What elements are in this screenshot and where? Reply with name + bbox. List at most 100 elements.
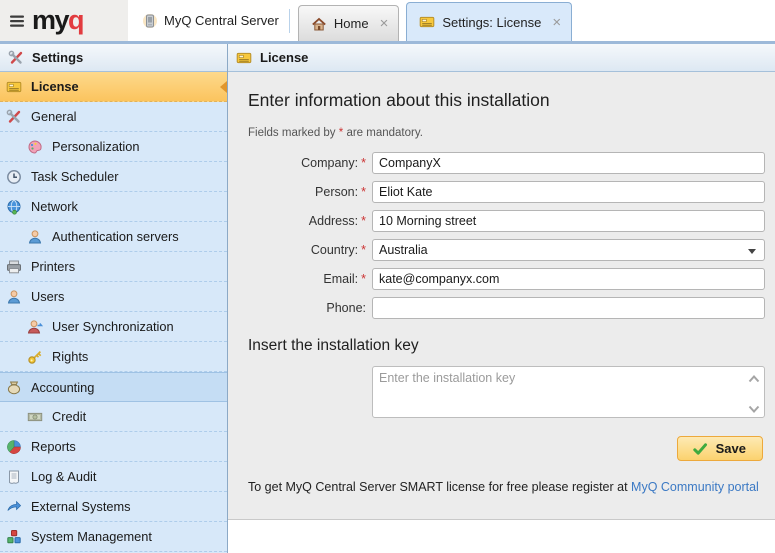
home-icon	[311, 16, 327, 32]
blocks-icon	[6, 529, 22, 545]
required-asterisk: *	[361, 243, 366, 257]
sidebar-header: Settings	[0, 44, 227, 72]
settings-sidebar: Settings License General Personalization Ta…	[0, 44, 228, 553]
sidebar-item-label: Authentication servers	[52, 229, 179, 244]
license-icon	[419, 14, 435, 30]
content-header: License	[228, 44, 775, 72]
country-select[interactable]: Australia	[372, 239, 765, 261]
chevron-down-icon	[748, 249, 756, 254]
scroll-down-icon[interactable]	[748, 401, 760, 411]
printer-icon	[6, 259, 22, 275]
sidebar-title: Settings	[32, 50, 83, 65]
save-button[interactable]: Save	[677, 436, 763, 461]
form-row-phone: Phone:	[248, 297, 775, 319]
license-footer-note: To get MyQ Central Server SMART license …	[248, 480, 775, 494]
tab-label: Home	[334, 16, 369, 31]
section-title: Enter information about this installatio…	[248, 72, 775, 111]
sidebar-item-label: Credit	[52, 409, 86, 424]
money-bag-icon	[6, 379, 22, 395]
sidebar-item-label: License	[31, 79, 79, 94]
sidebar-item-network[interactable]: Network	[0, 192, 227, 222]
sidebar-item-label: User Synchronization	[52, 319, 174, 334]
sidebar-item-task-scheduler[interactable]: Task Scheduler	[0, 162, 227, 192]
sidebar-item-reports[interactable]: Reports	[0, 432, 227, 462]
phone-field[interactable]	[372, 297, 765, 319]
person-field[interactable]	[372, 181, 765, 203]
myq-central-server-window: myq MyQ Central Server Home×Settings: Li…	[0, 0, 775, 553]
installation-key-textarea[interactable]	[372, 366, 765, 418]
form-row-email: Email:*	[248, 268, 775, 290]
sidebar-item-label: Task Scheduler	[31, 169, 119, 184]
person-label: Person:*	[248, 185, 366, 199]
sidebar-item-user-synchronization[interactable]: User Synchronization	[0, 312, 227, 342]
sidebar-item-system-management[interactable]: System Management	[0, 522, 227, 552]
community-portal-link[interactable]: MyQ Community portal	[631, 480, 759, 494]
sidebar-item-label: Accounting	[31, 380, 94, 395]
close-icon[interactable]: ×	[380, 16, 389, 31]
required-asterisk: *	[361, 156, 366, 170]
installation-key-wrapper	[372, 366, 765, 418]
scroll-up-icon[interactable]	[748, 371, 760, 381]
address-field[interactable]	[372, 210, 765, 232]
palette-icon	[27, 139, 43, 155]
sidebar-item-rights[interactable]: Rights	[0, 342, 227, 372]
key-icon	[27, 349, 43, 365]
myq-logo: myq	[32, 7, 83, 34]
email-field[interactable]	[372, 268, 765, 290]
sidebar-item-label: Log & Audit	[31, 469, 96, 484]
sidebar-item-label: System Management	[31, 529, 152, 544]
form-row-company: Company:*	[248, 152, 775, 174]
installation-key-title: Insert the installation key	[248, 337, 775, 355]
clock-icon	[6, 169, 22, 185]
sidebar-item-label: Network	[31, 199, 78, 214]
topbar-separator	[289, 9, 290, 33]
sidebar-item-authentication-servers[interactable]: Authentication servers	[0, 222, 227, 252]
license-icon	[236, 50, 252, 66]
tab-home[interactable]: Home ×	[298, 5, 399, 41]
tab-label: Settings: License	[442, 15, 541, 30]
user-sync-icon	[27, 319, 43, 335]
country-selected-value: Australia	[379, 243, 428, 257]
required-asterisk: *	[361, 272, 366, 286]
content-title: License	[260, 50, 308, 65]
share-icon	[6, 499, 22, 515]
company-field[interactable]	[372, 152, 765, 174]
sidebar-item-credit[interactable]: Credit	[0, 402, 227, 432]
user-icon	[6, 289, 22, 305]
sidebar-item-label: General	[31, 109, 77, 124]
installation-info-form: Company:*Person:*Address:*Country:*Austr…	[248, 152, 775, 319]
sidebar-item-accounting[interactable]: Accounting	[0, 372, 227, 402]
selected-item-arrow	[220, 81, 227, 93]
close-icon[interactable]: ×	[552, 15, 561, 30]
pie-chart-icon	[6, 439, 22, 455]
form-row-address: Address:*	[248, 210, 775, 232]
sidebar-items: License General Personalization Task Schedu…	[0, 72, 227, 552]
sidebar-item-label: Rights	[52, 349, 88, 364]
email-label: Email:*	[248, 272, 366, 286]
form-row-person: Person:*	[248, 181, 775, 203]
sidebar-item-label: Printers	[31, 259, 75, 274]
sidebar-item-log-audit[interactable]: Log & Audit	[0, 462, 227, 492]
check-icon	[692, 441, 708, 457]
address-label: Address:*	[248, 214, 366, 228]
document-icon	[6, 469, 22, 485]
tab-settings-license[interactable]: Settings: License ×	[406, 2, 572, 41]
sidebar-item-general[interactable]: General	[0, 102, 227, 132]
sidebar-item-users[interactable]: Users	[0, 282, 227, 312]
sidebar-item-personalization[interactable]: Personalization	[0, 132, 227, 162]
phone-label: Phone:	[248, 301, 366, 315]
mandatory-note: Fields marked by * are mandatory.	[248, 127, 775, 139]
sidebar-item-license[interactable]: License	[0, 72, 227, 102]
sidebar-item-label: Reports	[31, 439, 76, 454]
server-label-group: MyQ Central Server	[142, 0, 279, 41]
required-asterisk: *	[361, 214, 366, 228]
hamburger-menu-icon[interactable]	[8, 11, 28, 31]
server-icon	[142, 13, 158, 29]
required-asterisk: *	[361, 185, 366, 199]
save-row: Save	[248, 436, 763, 461]
company-label: Company:*	[248, 156, 366, 170]
sidebar-item-external-systems[interactable]: External Systems	[0, 492, 227, 522]
tab-bar: Home × Settings: License ×	[298, 0, 572, 41]
sidebar-item-printers[interactable]: Printers	[0, 252, 227, 282]
user-icon	[27, 229, 43, 245]
